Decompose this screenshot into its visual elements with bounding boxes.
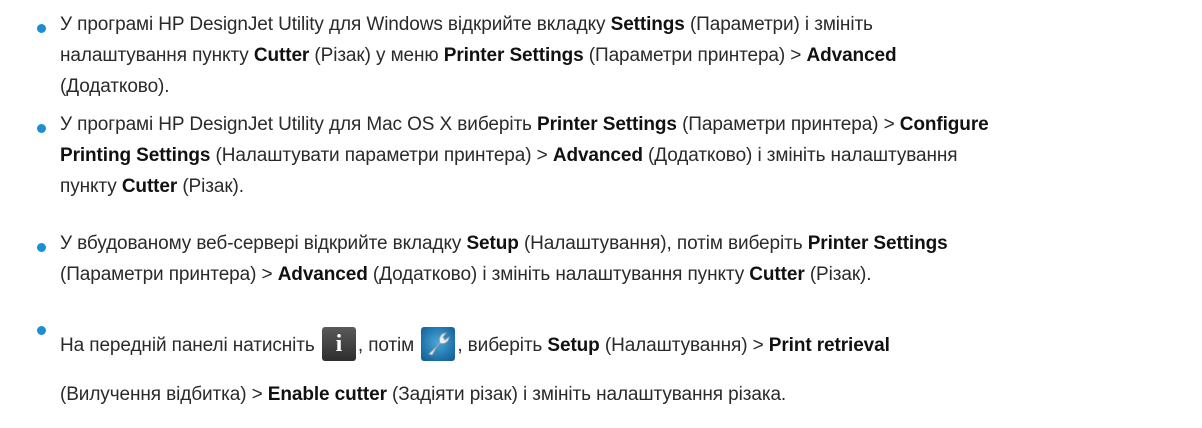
text-line: (Параметри принтера) > Advanced (Додатко…	[60, 264, 872, 285]
ui-term: Enable cutter	[267, 384, 387, 405]
bullet-dot	[37, 243, 46, 252]
list-item-text: У вбудованому веб-сервері відкрийте вкла…	[60, 228, 1198, 290]
text-line: Printing Settings (Налаштувати параметри…	[60, 145, 958, 166]
instruction-list: У програмі HP DesignJet Utility для Wind…	[0, 0, 1202, 428]
list-item-text: У програмі HP DesignJet Utility для Mac …	[60, 109, 1198, 202]
text-line: пункту Cutter (Різак).	[60, 176, 244, 197]
ui-term: Cutter	[253, 45, 310, 66]
ui-term: Configure	[899, 114, 989, 135]
text-line: У вбудованому веб-сервері відкрийте вкла…	[60, 233, 948, 254]
ui-term: Settings	[610, 14, 685, 35]
ui-term: Setup	[547, 335, 600, 356]
text-line: У програмі HP DesignJet Utility для Mac …	[60, 114, 989, 135]
wrench-icon[interactable]	[421, 326, 456, 361]
ui-term: Printer Settings	[443, 45, 584, 66]
text-line: налаштування пункту Cutter (Різак) у мен…	[60, 45, 897, 66]
ui-term: Printer Settings	[807, 233, 948, 254]
ui-term: Cutter	[749, 264, 805, 285]
ui-term: Advanced	[806, 45, 897, 66]
ui-term: Setup	[466, 233, 519, 254]
list-item-text: У програмі HP DesignJet Utility для Wind…	[60, 9, 1198, 102]
bullet-dot	[37, 24, 46, 33]
ui-term: Printer Settings	[537, 114, 677, 135]
ui-term: Advanced	[552, 145, 643, 166]
bullet-dot	[37, 124, 46, 133]
bullet-dot	[37, 326, 46, 335]
ui-term: Printing Settings	[60, 145, 211, 166]
list-item-text: На передній панелі натисніть i, потім , …	[60, 321, 1198, 419]
text-line: У програмі HP DesignJet Utility для Wind…	[60, 14, 873, 35]
text-line: (Додатково).	[60, 76, 170, 97]
text-line: На передній панелі натисніть i, потім , …	[60, 321, 1198, 370]
ui-term: Advanced	[277, 264, 368, 285]
ui-term: Print retrieval	[768, 335, 890, 356]
info-icon[interactable]: i	[321, 326, 356, 361]
text-line: (Вилучення відбитка) > Enable cutter (За…	[60, 384, 787, 405]
ui-term: Cutter	[121, 176, 178, 197]
